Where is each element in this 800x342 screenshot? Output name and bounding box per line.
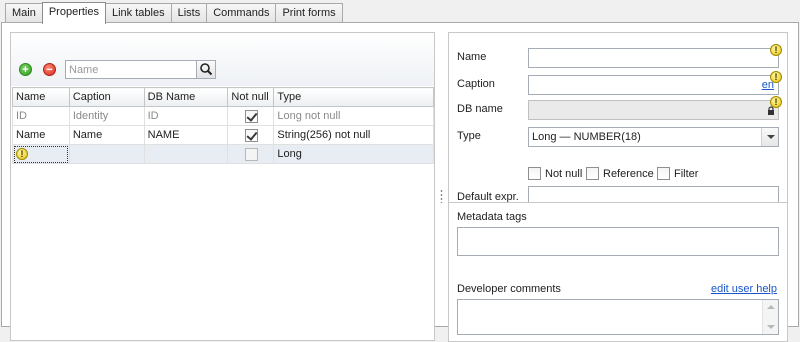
db-name-field: !: [528, 96, 782, 120]
db-name-input[interactable]: [529, 101, 778, 119]
column-header-db-name[interactable]: DB Name: [143, 87, 229, 107]
column-header-type[interactable]: Type: [273, 87, 434, 107]
cell-type[interactable]: Long not null: [273, 106, 434, 126]
caption-input[interactable]: [529, 76, 778, 94]
cell-db-name[interactable]: NAME: [143, 125, 229, 145]
cell-not-null[interactable]: [227, 106, 275, 126]
property-editor-panel: Name ! Caption en ! DB name ! Type Long …: [448, 32, 788, 213]
db-name-label: DB name: [457, 103, 503, 115]
panel-splitter-handle[interactable]: [440, 189, 443, 203]
magnifier-icon: [200, 63, 213, 76]
cell-not-null[interactable]: [227, 125, 275, 145]
cell-caption[interactable]: Name: [68, 125, 145, 145]
search-box: [65, 60, 216, 79]
not-null-checkbox[interactable]: [245, 147, 259, 161]
tab-properties[interactable]: Properties: [41, 2, 106, 24]
filter-checkbox[interactable]: [657, 167, 670, 180]
name-field: !: [528, 44, 782, 68]
type-select-value: Long — NUMBER(18): [532, 131, 641, 143]
properties-list-panel: + − Name Caption: [10, 32, 435, 341]
reference-option[interactable]: Reference: [586, 167, 654, 180]
not-null-checkbox[interactable]: [245, 128, 259, 142]
search-button[interactable]: [196, 61, 215, 78]
developer-comments-label: Developer comments: [457, 283, 561, 295]
search-input[interactable]: [66, 61, 195, 78]
cell-db-name[interactable]: [143, 144, 229, 164]
cell-name[interactable]: ID: [12, 106, 70, 126]
properties-page: + − Name Caption: [1, 22, 799, 342]
table-row[interactable]: ID Identity ID Long not null: [12, 106, 434, 126]
not-null-checkbox[interactable]: [528, 167, 541, 180]
properties-grid: Name Caption DB Name Not null Type ID Id…: [12, 87, 434, 164]
tab-print-forms[interactable]: Print forms: [275, 3, 343, 23]
minus-circle-icon[interactable]: −: [43, 63, 56, 76]
filter-option[interactable]: Filter: [657, 167, 698, 180]
warning-icon: !: [770, 44, 782, 56]
warning-icon: !: [770, 71, 782, 83]
warning-icon: !: [770, 96, 782, 108]
metadata-panel: Metadata tags Developer comments edit us…: [448, 202, 788, 342]
type-select[interactable]: Long — NUMBER(18): [528, 127, 779, 147]
tab-lists[interactable]: Lists: [170, 3, 208, 23]
reference-label: Reference: [603, 167, 654, 180]
tab-strip: Main Properties Link tables Lists Comman…: [5, 2, 343, 24]
grid-toolbar: + −: [11, 33, 434, 86]
table-row[interactable]: Name Name NAME String(256) not null: [12, 125, 434, 145]
cell-name[interactable]: Name: [12, 125, 70, 145]
name-input[interactable]: [529, 49, 778, 67]
developer-comments-input[interactable]: [457, 299, 779, 335]
cell-not-null[interactable]: [227, 144, 275, 164]
edit-user-help-link[interactable]: edit user help: [711, 283, 777, 295]
not-null-label: Not null: [545, 167, 583, 180]
tab-link-tables[interactable]: Link tables: [104, 3, 172, 23]
cell-db-name[interactable]: ID: [143, 106, 229, 126]
reference-checkbox[interactable]: [586, 167, 599, 180]
not-null-option[interactable]: Not null: [528, 167, 582, 180]
type-label: Type: [457, 130, 481, 142]
column-header-not-null[interactable]: Not null: [227, 87, 275, 107]
cell-name[interactable]: !: [12, 144, 70, 164]
chevron-down-icon[interactable]: [761, 128, 778, 146]
tab-commands[interactable]: Commands: [206, 3, 277, 23]
cell-type[interactable]: Long: [273, 144, 434, 164]
caption-label: Caption: [457, 78, 495, 90]
plus-circle-icon[interactable]: +: [19, 63, 32, 76]
cell-caption[interactable]: Identity: [68, 106, 145, 126]
cell-type[interactable]: String(256) not null: [273, 125, 434, 145]
scroll-up-icon[interactable]: [767, 305, 775, 309]
caption-field: en !: [528, 71, 782, 95]
tab-main[interactable]: Main: [5, 3, 43, 23]
table-row[interactable]: ! Long: [12, 144, 434, 164]
cell-caption[interactable]: [68, 144, 145, 164]
metadata-tags-input[interactable]: [457, 227, 779, 256]
name-label: Name: [457, 51, 487, 63]
metadata-tags-label: Metadata tags: [457, 211, 527, 223]
grid-header-row: Name Caption DB Name Not null Type: [12, 87, 434, 107]
column-header-caption[interactable]: Caption: [68, 87, 145, 107]
scroll-down-icon[interactable]: [767, 325, 775, 329]
not-null-checkbox[interactable]: [245, 109, 259, 123]
warning-icon: !: [16, 148, 28, 161]
column-header-name[interactable]: Name: [12, 87, 70, 107]
filter-label: Filter: [674, 167, 699, 180]
